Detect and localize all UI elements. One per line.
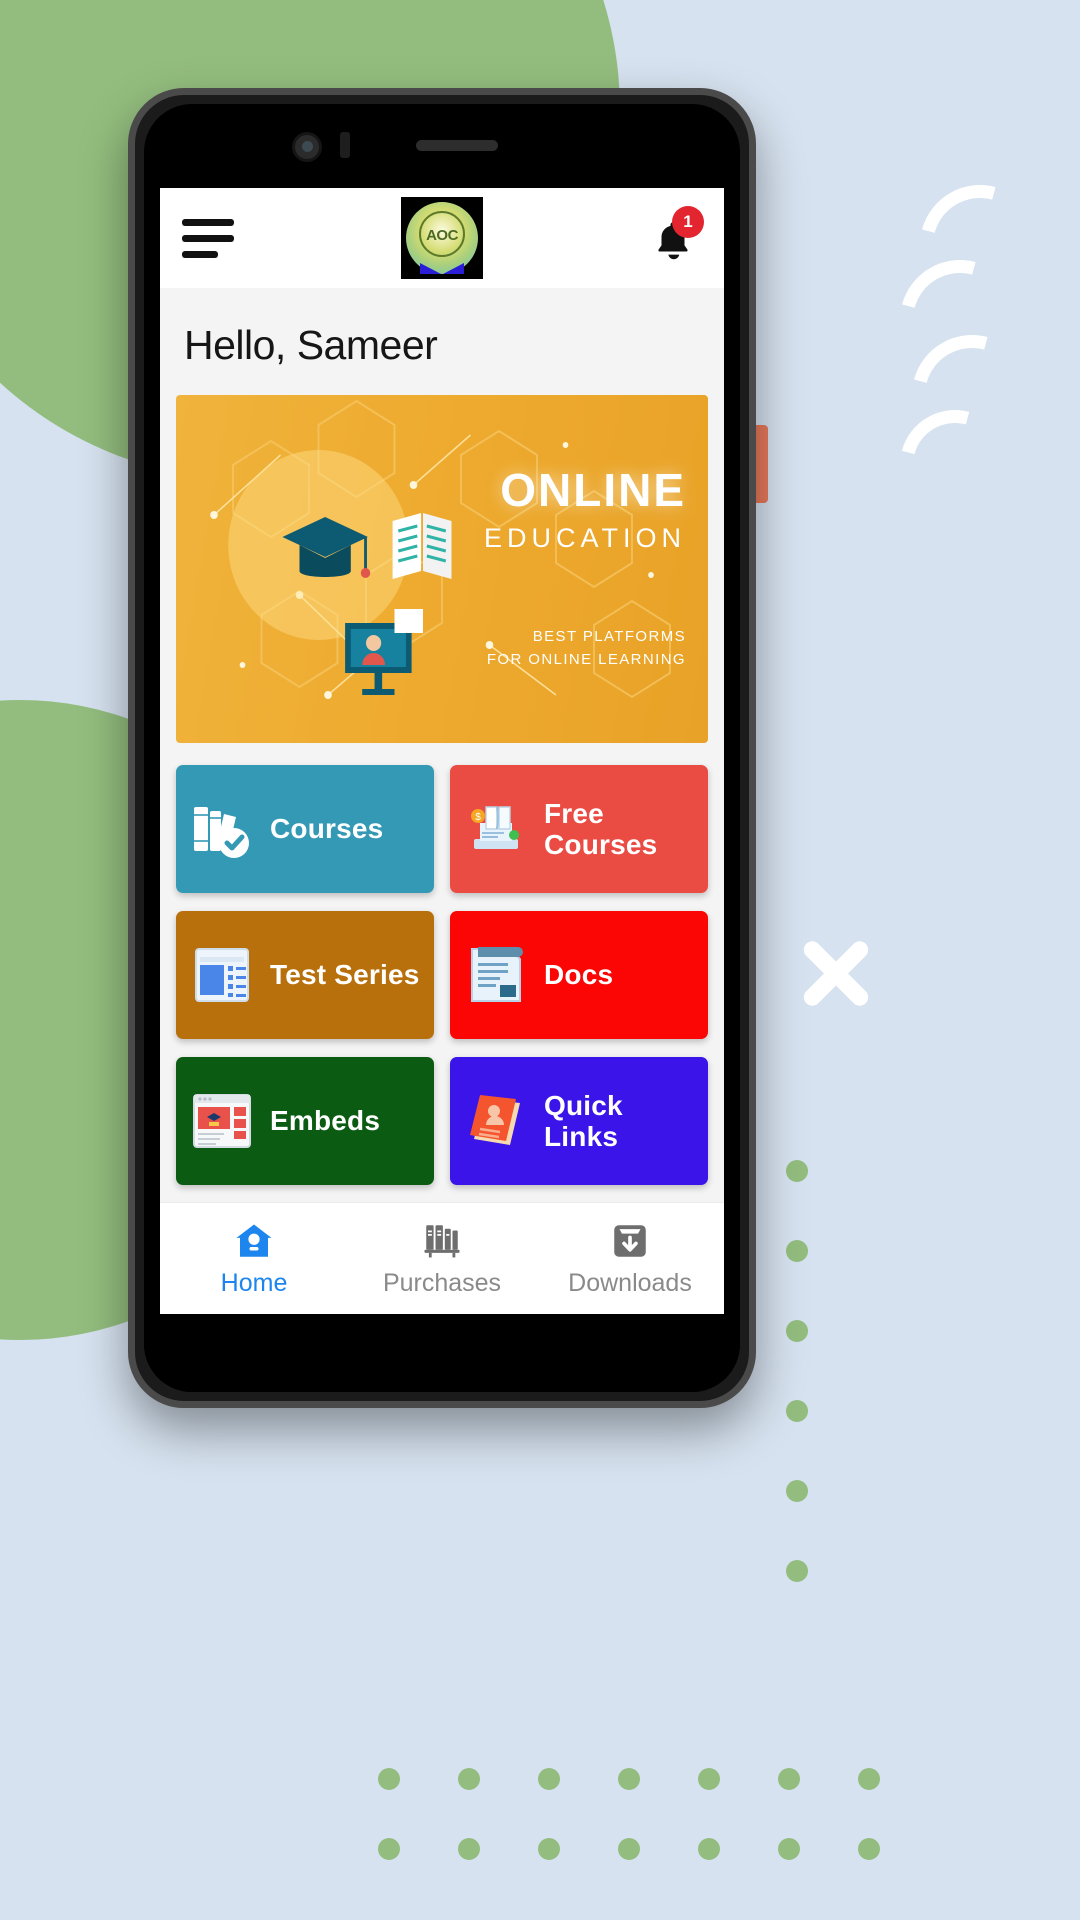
phone-bottom-chin [144,1314,740,1392]
banner-footer: BEST PLATFORMS FOR ONLINE LEARNING [487,626,686,671]
download-box-icon [614,1224,646,1257]
notification-button[interactable]: 1 [646,206,704,268]
document-icon [464,943,528,1007]
banner-footer-line1: BEST PLATFORMS [532,628,686,645]
card-test-series[interactable]: Test Series [176,911,434,1039]
card-free-courses[interactable]: $ Free Courses [450,765,708,893]
proximity-sensor-icon [340,132,350,158]
laptop-book-icon: $ [464,797,528,861]
greeting-text: Hello, Sameer [160,288,724,395]
banner-pattern [210,399,671,699]
nav-item-home[interactable]: Home [160,1220,348,1298]
logo-text: AOC [426,226,458,244]
card-label: Free Courses [544,797,658,860]
banner-footer-line2: FOR ONLINE LEARNING [486,650,686,668]
card-embeds[interactable]: Embeds [176,1057,434,1185]
card-courses[interactable]: Courses [176,765,434,893]
bottom-navigation: Home Purchases Downloads [160,1202,724,1314]
card-label: Courses [270,813,384,845]
svg-text:$: $ [475,812,481,823]
test-paper-icon [190,943,254,1007]
card-label: Embeds [270,1105,381,1137]
nav-item-purchases[interactable]: Purchases [348,1220,536,1298]
card-quick-links[interactable]: Quick Links [450,1057,708,1185]
nav-item-downloads[interactable]: Downloads [536,1220,724,1298]
earpiece-speaker [416,140,498,151]
logo-circle: AOC [406,202,478,274]
cross-decoration-icon [788,925,884,1021]
app-logo[interactable]: AOC [401,197,483,279]
card-label: Docs [544,959,614,991]
dot-row-decoration-lower [378,1838,880,1860]
hero-banner[interactable]: ONLINE EDUCATION BEST PLATFORMS FOR ONLI… [176,395,708,743]
banner-subtitle: EDUCATION [483,523,686,553]
dot-column-decoration [786,1160,808,1640]
nav-label: Home [220,1268,288,1297]
app-bar: AOC 1 [160,188,724,288]
app-screen: AOC 1 Hello, Sameer ONLINE EDUCATION BES… [160,188,724,1314]
dot-row-decoration-upper [378,1768,880,1790]
front-camera-icon [292,132,322,162]
nav-label: Purchases [382,1268,502,1297]
hamburger-menu-icon[interactable] [182,218,234,258]
phone-screen-bezel: AOC 1 Hello, Sameer ONLINE EDUCATION BES… [144,104,740,1392]
embed-window-icon [190,1089,254,1153]
card-label: Quick Links [544,1089,623,1152]
phone-top-hardware [144,104,740,188]
phone-frame: AOC 1 Hello, Sameer ONLINE EDUCATION BES… [128,88,756,1408]
nav-label: Downloads [568,1268,692,1297]
notification-badge: 1 [672,206,704,238]
books-check-icon [190,797,254,861]
address-book-icon [464,1089,528,1153]
banner-title: ONLINE [500,464,686,516]
feature-card-grid: Courses $ Free Courses Test Series Docs … [160,743,724,1185]
bookshelf-icon [424,1224,460,1257]
card-label: Test Series [270,959,420,991]
home-icon [236,1224,272,1257]
card-docs[interactable]: Docs [450,911,708,1039]
